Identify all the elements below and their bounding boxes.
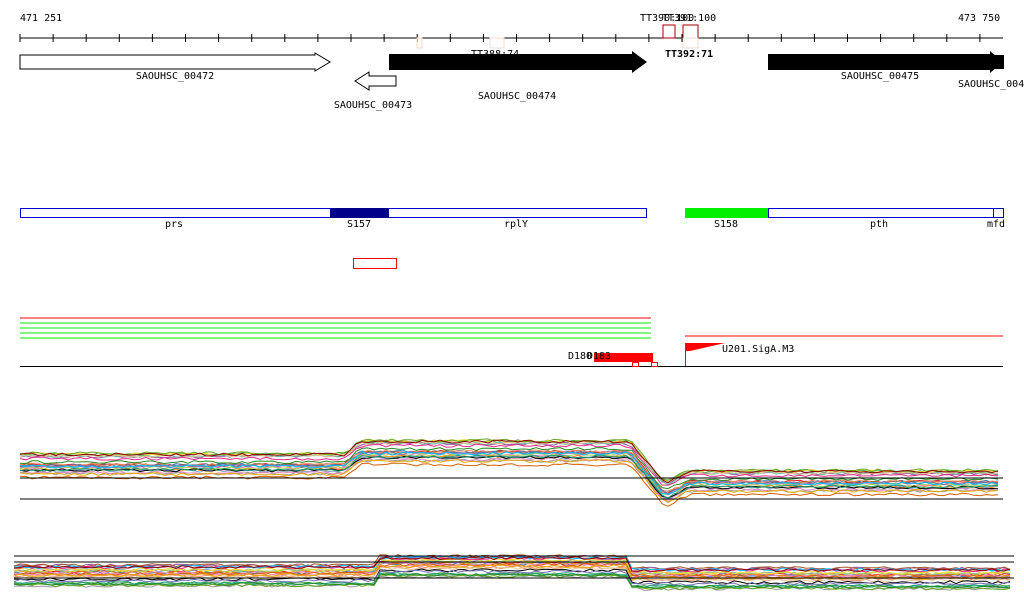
operon-label: mfd: [986, 219, 1006, 230]
operon-label: S158: [713, 219, 739, 230]
gene-arrow[interactable]: [354, 71, 397, 91]
genome-browser: 471 251 473 750 TT388:74 TT390:100 TT391…: [0, 0, 1024, 611]
gene-arrow[interactable]: [993, 55, 1004, 69]
operon-label: rplY: [503, 219, 529, 230]
gene-label: SAOUHSC_004: [958, 79, 1024, 90]
gene-label: SAOUHSC_00474: [477, 91, 557, 102]
operon-label: prs: [164, 219, 184, 230]
operon-mfd[interactable]: [993, 208, 1004, 218]
gene-label: SAOUHSC_00475: [840, 71, 920, 82]
terminator-mark[interactable]: [682, 24, 699, 39]
gene-arrow[interactable]: [768, 51, 1003, 73]
promoter-flag[interactable]: [685, 343, 725, 351]
feature-label-d183: D183: [587, 351, 612, 362]
terminator-mark[interactable]: [416, 37, 423, 49]
operon-label: S157: [346, 219, 372, 230]
terminator-mark[interactable]: [489, 37, 505, 49]
operon-s157[interactable]: [330, 208, 389, 218]
gene-label: SAOUHSC_00472: [135, 71, 215, 82]
terminator-label: TT392:71: [665, 49, 714, 60]
operon-s158[interactable]: [685, 208, 768, 218]
expression-profile-line: [19, 439, 999, 484]
feature-box[interactable]: [353, 258, 397, 269]
expression-profile-line: [19, 440, 999, 483]
gene-arrow[interactable]: [19, 52, 331, 72]
terminator-label: TT391:100: [662, 13, 717, 24]
expression-track-1: [19, 438, 999, 507]
operon-label: pth: [869, 219, 889, 230]
feature-small-box[interactable]: [651, 362, 658, 367]
operon-pth[interactable]: [768, 208, 994, 218]
gene-label: SAOUHSC_00473: [333, 100, 413, 111]
feature-small-box[interactable]: [632, 362, 639, 367]
terminator-mark[interactable]: [682, 37, 699, 49]
promoter-label: U201.SigA.M3: [722, 344, 795, 355]
terminator-label: TT388:74: [471, 49, 520, 60]
terminator-mark[interactable]: [662, 24, 676, 39]
ruler-start: 471 251: [20, 13, 63, 24]
ruler-end: 473 750: [958, 13, 1001, 24]
expression-track-2: [13, 554, 1011, 591]
